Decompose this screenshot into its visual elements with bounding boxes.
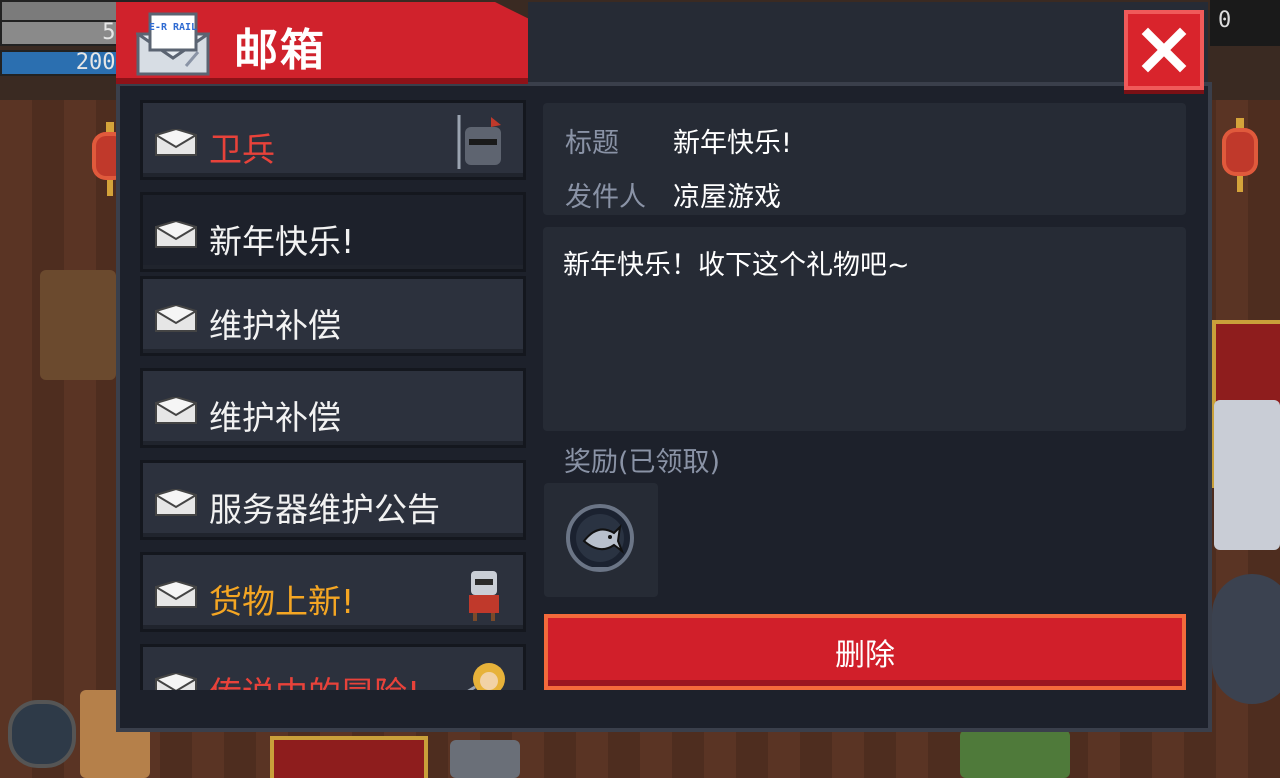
reward-label: 奖励(已领取): [564, 447, 721, 478]
mail-item-label: 货物上新!: [209, 582, 355, 621]
barrel-icon: [8, 700, 76, 768]
mail-item-new-goods[interactable]: 货物上新!: [140, 552, 526, 632]
mail-icon-text: E-R RAIL: [149, 22, 197, 33]
mail-item-compensation[interactable]: 维护补偿: [140, 276, 526, 356]
close-x-icon: [1141, 27, 1187, 73]
adventurer-icon: [467, 663, 505, 690]
knight-helmet-icon: [457, 115, 501, 169]
npc-cowboy-icon: [40, 270, 116, 380]
mail-item-guard[interactable]: 卫兵: [140, 100, 526, 180]
fish-coin-icon: [566, 504, 634, 572]
decor-panel: [270, 736, 428, 778]
subject-label: 标题: [565, 128, 619, 159]
envelope-icon: [155, 221, 197, 248]
mail-item-maintenance[interactable]: 服务器维护公告: [140, 460, 526, 540]
merchant-cat-icon: [469, 571, 499, 621]
close-button[interactable]: [1124, 10, 1204, 90]
mail-envelope-icon: E-R RAIL: [136, 12, 210, 76]
skill-button-icon: [1212, 574, 1280, 704]
mail-item-legend[interactable]: 传说中的冒险!: [140, 644, 526, 690]
mail-item-label: 传说中的冒险!: [209, 667, 420, 690]
mail-body-text: 新年快乐！收下这个礼物吧~: [563, 250, 910, 281]
mail-item-label: 维护补偿: [209, 398, 341, 437]
mail-body-box: 新年快乐！收下这个礼物吧~: [543, 227, 1186, 431]
mail-item-label: 新年快乐!: [209, 222, 355, 261]
mail-item-label: 服务器维护公告: [209, 490, 440, 529]
envelope-icon: [155, 305, 197, 332]
reward-slot[interactable]: [544, 483, 658, 597]
envelope-icon: [155, 581, 197, 608]
coin-counter: 0: [1210, 0, 1280, 46]
npc-character-icon: [1214, 400, 1280, 550]
mail-item-newyear[interactable]: 新年快乐!: [140, 192, 526, 272]
envelope-icon: [155, 489, 197, 516]
sender-value: 凉屋游戏: [673, 182, 781, 213]
subject-value: 新年快乐!: [673, 128, 792, 159]
mail-item-label: 维护补偿: [209, 306, 341, 345]
envelope-icon: [155, 397, 197, 424]
envelope-icon: [155, 129, 197, 156]
header-strip: [528, 2, 1208, 94]
npc-character-icon: [960, 730, 1070, 778]
mail-item-compensation[interactable]: 维护补偿: [140, 368, 526, 448]
mail-item-label: 卫兵: [209, 130, 275, 169]
mailbox-title: 邮箱: [234, 25, 326, 76]
envelope-icon: [155, 673, 197, 690]
delete-button[interactable]: 删除: [544, 614, 1186, 690]
mail-header-box: 标题 新年快乐! 发件人 凉屋游戏: [543, 103, 1186, 215]
lantern-icon: [1222, 118, 1258, 192]
mail-list[interactable]: 卫兵 新年快乐! 维护补偿 维护补偿 服务器维护公告 货物上新! 传说中的冒险!: [140, 100, 528, 690]
npc-character-icon: [450, 740, 520, 778]
sender-label: 发件人: [565, 182, 646, 213]
